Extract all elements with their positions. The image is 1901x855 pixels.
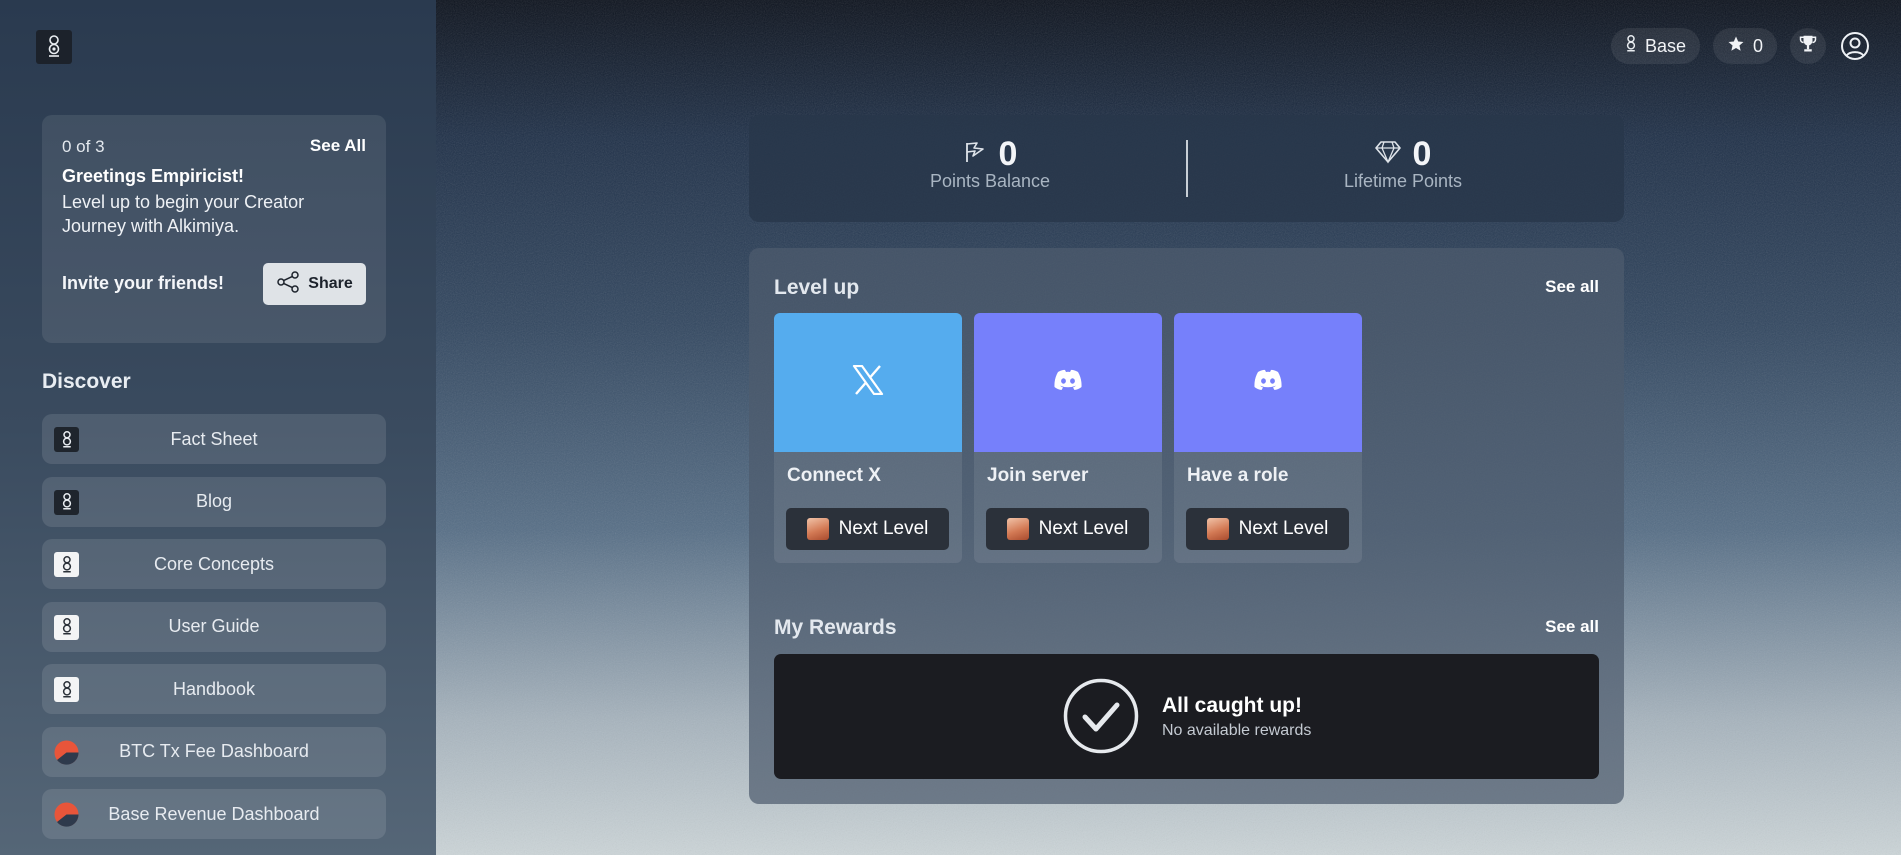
task-label: Have a role (1187, 465, 1289, 486)
network-label: Base (1644, 35, 1686, 56)
alkimiya-logo-icon (54, 489, 79, 515)
user-account-icon[interactable] (1839, 30, 1871, 62)
level-up-heading: Level up (774, 276, 860, 299)
alkimiya-logo-icon (54, 552, 79, 577)
checkmark-circle-icon (1063, 678, 1139, 754)
invite-text: Invite your friends! (62, 273, 225, 293)
next-level-label: Next Level (1038, 518, 1129, 539)
discord-icon (1253, 369, 1283, 396)
task-label: Join server (987, 465, 1089, 486)
next-level-button[interactable]: Next Level (786, 508, 949, 550)
nav-item-label: Core Concepts (153, 553, 275, 574)
level-badge-icon (1006, 518, 1029, 540)
task-banner (1174, 313, 1362, 452)
nav-item-label: Blog (195, 491, 233, 511)
rewards-status-title: All caught up! (1162, 694, 1302, 717)
alkimiya-logo-icon[interactable] (36, 30, 72, 64)
nav-item-user-guide[interactable]: User Guide (42, 601, 386, 652)
alkimiya-logo-icon (1625, 34, 1637, 58)
share-button[interactable]: Share (263, 263, 366, 305)
task-card-connect-x[interactable]: Connect X Next Level (774, 313, 962, 563)
pie-chart-icon (54, 802, 79, 827)
nav-item-label: Fact Sheet (170, 428, 258, 449)
lifetime-points: 0 Lifetime Points (1253, 134, 1553, 192)
star-icon (1727, 35, 1745, 58)
flag-icon (963, 140, 987, 169)
x-logo-icon (852, 364, 884, 400)
nav-item-fact-sheet[interactable]: Fact Sheet (42, 414, 386, 464)
level-badge-icon (806, 518, 829, 540)
divider (1186, 140, 1188, 197)
trophy-icon (1799, 34, 1817, 59)
leaderboard-button[interactable] (1790, 28, 1826, 64)
nav-item-blog[interactable]: Blog (42, 476, 386, 527)
alkimiya-logo-icon (54, 614, 79, 640)
next-level-button[interactable]: Next Level (1186, 508, 1349, 550)
task-label: Connect X (787, 465, 881, 486)
task-card-join-server[interactable]: Join server Next Level (974, 313, 1162, 563)
level-up-see-all[interactable]: See all (1545, 277, 1599, 297)
task-banner (974, 313, 1162, 452)
see-all-link[interactable]: See All (310, 136, 366, 156)
onboarding-progress: 0 of 3 (62, 137, 105, 156)
diamond-icon (1374, 140, 1401, 169)
next-level-label: Next Level (1238, 518, 1329, 539)
nav-item-btc-tx-fee-dashboard[interactable]: BTC Tx Fee Dashboard (42, 726, 386, 777)
nav-item-label: BTC Tx Fee Dashboard (119, 741, 309, 761)
points-summary: 0 Points Balance 0 Lifetime Points (749, 115, 1624, 222)
alkimiya-logo-icon (54, 677, 79, 702)
network-selector[interactable]: Base (1610, 28, 1700, 64)
nav-item-handbook[interactable]: Handbook (42, 664, 386, 714)
share-label: Share (308, 275, 353, 292)
stars-counter[interactable]: 0 (1712, 28, 1777, 64)
nav-item-core-concepts[interactable]: Core Concepts (42, 539, 386, 589)
discover-heading: Discover (42, 370, 131, 393)
my-rewards-see-all[interactable]: See all (1545, 617, 1599, 637)
sidebar: 0 of 3 See All Greetings Empiricist! Lev… (0, 0, 436, 855)
my-rewards-heading: My Rewards (774, 616, 897, 639)
task-banner (774, 313, 962, 452)
nav-item-label: Handbook (172, 678, 256, 699)
points-balance-value: 0 (998, 134, 1018, 173)
top-bar: Base 0 (1610, 28, 1871, 64)
share-icon (276, 270, 300, 298)
stars-count: 0 (1752, 35, 1763, 56)
lifetime-points-value: 0 (1412, 134, 1432, 173)
level-badge-icon (1206, 518, 1229, 540)
discover-list: Fact Sheet Blog Core Concepts User Guide… (42, 414, 386, 852)
next-level-label: Next Level (838, 518, 929, 539)
next-level-button[interactable]: Next Level (986, 508, 1149, 550)
greeting-text: Greetings Empiricist! (62, 166, 245, 186)
nav-item-label: User Guide (168, 616, 260, 636)
nav-item-label: Base Revenue Dashboard (108, 803, 320, 824)
points-balance-label: Points Balance (929, 171, 1051, 191)
onboarding-card: 0 of 3 See All Greetings Empiricist! Lev… (42, 115, 386, 343)
points-balance: 0 Points Balance (840, 134, 1140, 192)
lifetime-points-label: Lifetime Points (1343, 171, 1463, 191)
pie-chart-icon (54, 740, 79, 765)
intro-text: Level up to begin your Creator Journey w… (62, 192, 305, 236)
task-card-have-a-role[interactable]: Have a role Next Level (1174, 313, 1362, 563)
discord-icon (1053, 369, 1083, 396)
main-panel: Level up See all Connect X Next Level Jo… (749, 248, 1624, 804)
rewards-status: All caught up! No available rewards (774, 654, 1599, 779)
nav-item-base-revenue-dashboard[interactable]: Base Revenue Dashboard (42, 789, 386, 839)
rewards-status-subtitle: No available rewards (1162, 722, 1312, 739)
alkimiya-logo-icon (54, 427, 79, 452)
